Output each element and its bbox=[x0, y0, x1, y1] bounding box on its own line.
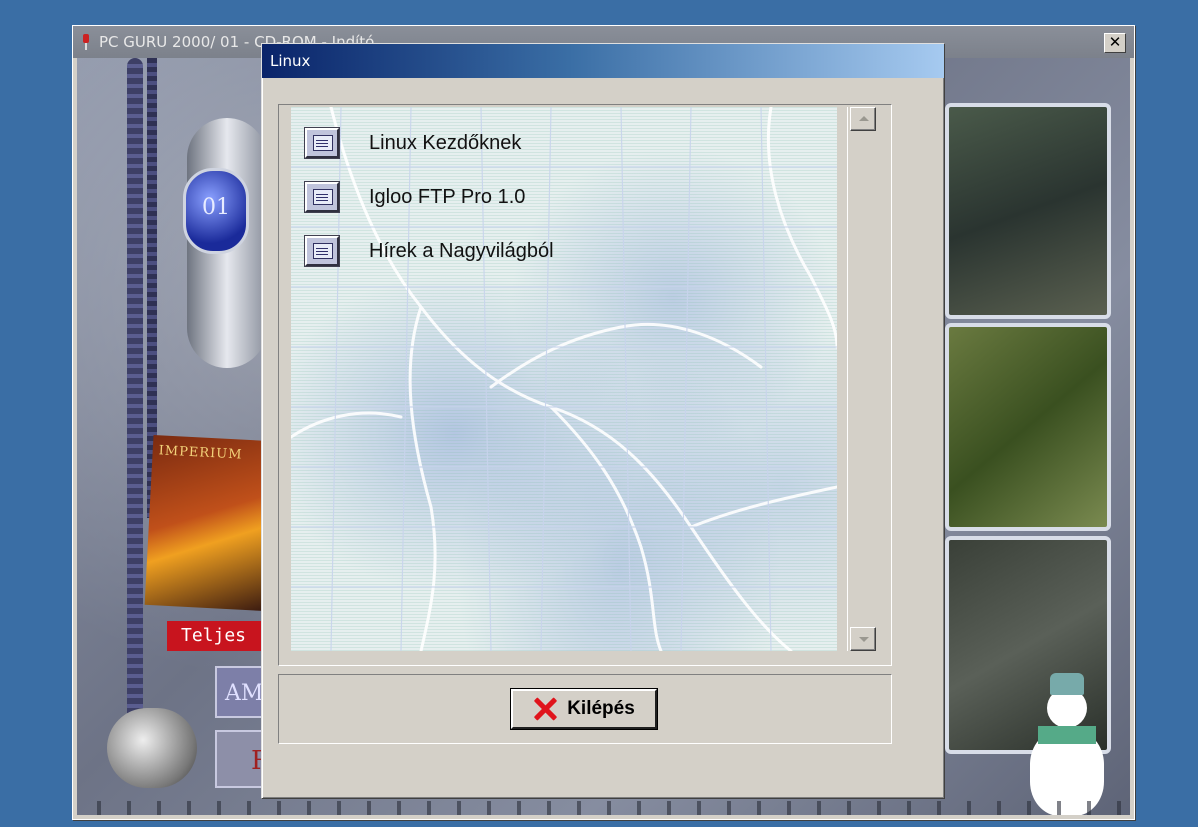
background-close-button[interactable]: ✕ bbox=[1104, 33, 1126, 53]
document-window-icon bbox=[304, 235, 340, 267]
red-x-icon bbox=[533, 697, 557, 721]
medallion-illustration bbox=[107, 708, 197, 788]
list-item[interactable]: Igloo FTP Pro 1.0 bbox=[304, 177, 526, 217]
poster-text: IMPERIUM bbox=[158, 443, 243, 463]
app-icon bbox=[81, 34, 91, 50]
list-item-label: Linux Kezdőknek bbox=[369, 131, 522, 154]
vertical-scrollbar[interactable] bbox=[847, 107, 878, 651]
program-list[interactable]: Linux Kezdőknek Igloo FTP Pro 1.0 Hírek … bbox=[291, 107, 837, 651]
list-item-label: Igloo FTP Pro 1.0 bbox=[369, 185, 526, 208]
document-window-icon bbox=[304, 181, 340, 213]
rivet-strip bbox=[77, 801, 1130, 815]
button-panel: Kilépés bbox=[278, 674, 892, 744]
linux-dialog: Linux Linux Kezdőknek Igloo FTP Pro 1.0 … bbox=[261, 43, 945, 799]
exit-button-label: Kilépés bbox=[567, 698, 635, 719]
exit-button[interactable]: Kilépés bbox=[510, 688, 658, 730]
list-item-label: Hírek a Nagyvilágból bbox=[369, 239, 554, 262]
snowman-illustration bbox=[1022, 668, 1112, 815]
decorative-cord bbox=[127, 58, 143, 758]
dialog-titlebar[interactable]: Linux bbox=[262, 44, 944, 78]
game-screenshot-2 bbox=[945, 323, 1111, 531]
game-poster: IMPERIUM bbox=[144, 434, 274, 612]
issue-number-orb: 01 bbox=[183, 168, 249, 254]
orb-text: 01 bbox=[202, 195, 230, 220]
scroll-up-button[interactable] bbox=[850, 107, 876, 131]
list-item[interactable]: Linux Kezdőknek bbox=[304, 123, 522, 163]
game-screenshot-1 bbox=[945, 103, 1111, 319]
scroll-down-button[interactable] bbox=[850, 627, 876, 651]
document-window-icon bbox=[304, 127, 340, 159]
list-item[interactable]: Hírek a Nagyvilágból bbox=[304, 231, 554, 271]
program-list-frame: Linux Kezdőknek Igloo FTP Pro 1.0 Hírek … bbox=[278, 104, 892, 666]
